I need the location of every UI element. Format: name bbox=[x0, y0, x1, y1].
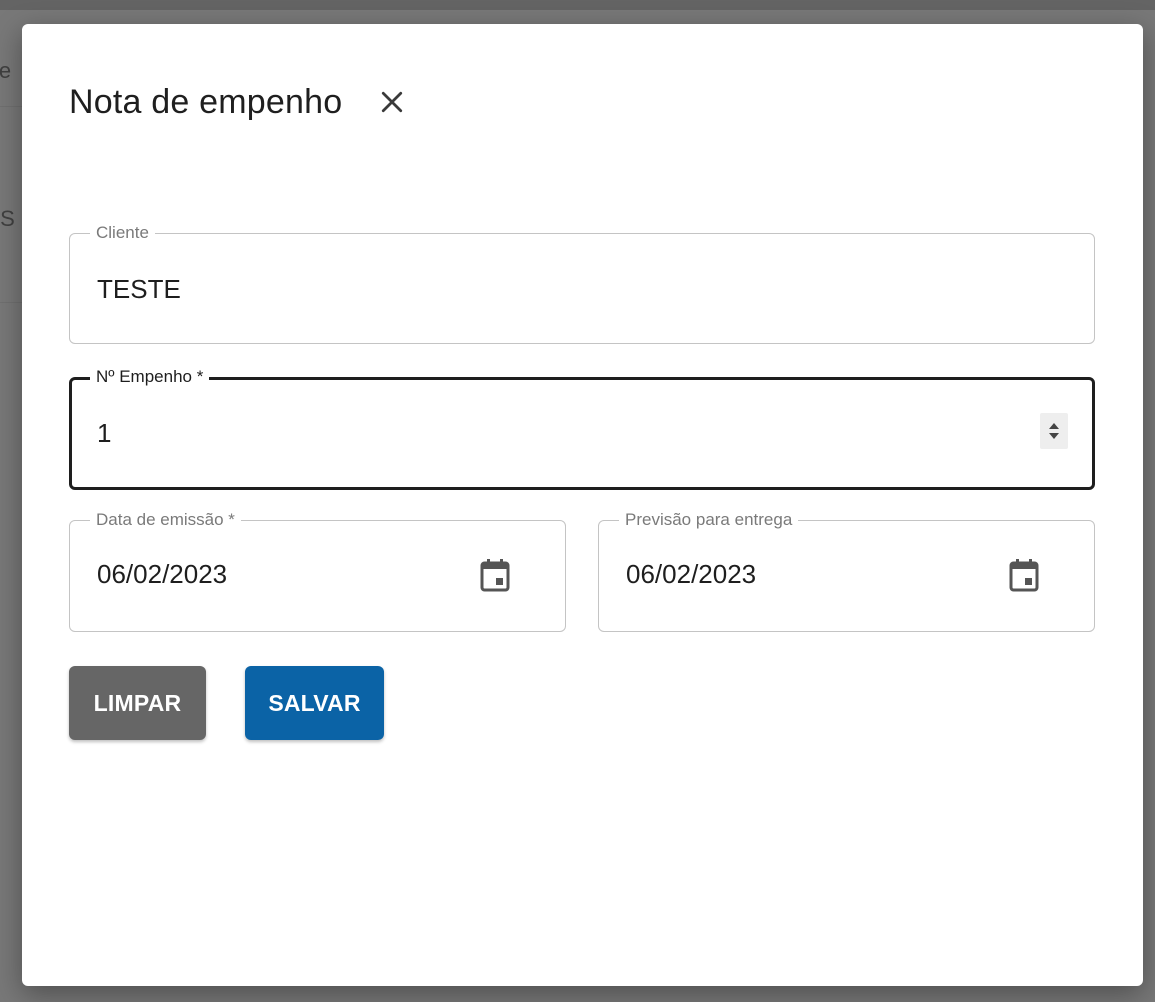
data-emissao-label: Data de emissão * bbox=[90, 508, 241, 532]
calendar-icon bbox=[480, 559, 510, 592]
data-emissao-input[interactable]: 06/02/2023 bbox=[97, 559, 227, 590]
numero-empenho-input[interactable]: 1 bbox=[97, 418, 111, 449]
cliente-value: TESTE bbox=[97, 274, 181, 304]
stepper-arrows-icon bbox=[1049, 423, 1059, 439]
calendar-icon bbox=[1009, 559, 1039, 592]
number-stepper[interactable] bbox=[1040, 413, 1068, 449]
dialog-title: Nota de empenho bbox=[69, 82, 343, 121]
save-button[interactable]: SALVAR bbox=[245, 666, 384, 740]
close-button[interactable] bbox=[372, 82, 412, 122]
calendar-button[interactable] bbox=[479, 557, 511, 593]
cliente-label: Cliente bbox=[90, 221, 155, 245]
cliente-field[interactable]: Cliente TESTE bbox=[69, 221, 1095, 344]
calendar-button[interactable] bbox=[1008, 557, 1040, 593]
dialog-header: Nota de empenho bbox=[69, 82, 412, 122]
previsao-entrega-field[interactable]: Previsão para entrega 06/02/2023 bbox=[598, 508, 1095, 632]
data-emissao-field[interactable]: Data de emissão * 06/02/2023 bbox=[69, 508, 566, 632]
numero-empenho-label: Nº Empenho * bbox=[90, 365, 210, 389]
nota-de-empenho-dialog: Nota de empenho Cliente TESTE Nº Empenho… bbox=[22, 24, 1143, 986]
clear-button[interactable]: LIMPAR bbox=[69, 666, 206, 740]
previsao-entrega-input[interactable]: 06/02/2023 bbox=[626, 559, 756, 590]
previsao-entrega-label: Previsão para entrega bbox=[619, 508, 799, 532]
close-icon bbox=[382, 91, 403, 113]
numero-empenho-field[interactable]: Nº Empenho * 1 bbox=[69, 365, 1095, 490]
